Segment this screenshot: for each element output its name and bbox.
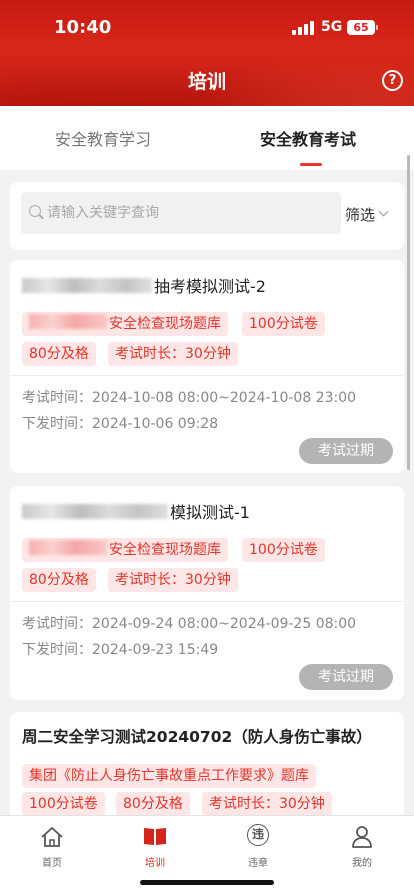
home-icon xyxy=(41,827,63,847)
tag-duration: 考试时长：30分钟 xyxy=(108,568,238,592)
search-box xyxy=(21,192,341,234)
status-time: 10:40 xyxy=(54,17,112,38)
tag-score: 100分试卷 xyxy=(22,792,105,815)
user-icon xyxy=(352,826,372,848)
tab-bar: 安全教育学习 安全教育考试 xyxy=(0,106,414,170)
tag-duration: 考试时长：30分钟 xyxy=(202,792,332,815)
tag-duration: 考试时长：30分钟 xyxy=(108,342,238,366)
search-input[interactable] xyxy=(47,192,337,234)
issue-time: 下发时间：2024-09-23 15:49 xyxy=(22,642,219,658)
tag-question-bank: 安全检查现场题库 xyxy=(22,312,228,336)
divider xyxy=(10,601,404,602)
exam-list: 筛选 抽考模拟测试-2 安全检查现场题库 100分试卷 80分及格 考试时长：3… xyxy=(0,170,414,815)
book-icon xyxy=(144,828,166,845)
battery-tip xyxy=(376,25,378,30)
redacted-text xyxy=(29,540,107,555)
tag-pass-mark: 80分及格 xyxy=(22,568,96,592)
exam-title: 模拟测试-1 xyxy=(22,499,250,523)
tag-score: 100分试卷 xyxy=(242,538,325,562)
tag-pass-mark: 80分及格 xyxy=(22,342,96,366)
exam-expired-button[interactable]: 考试过期 xyxy=(299,438,393,464)
search-icon xyxy=(29,205,41,217)
signal-icon xyxy=(292,21,314,35)
exam-time: 考试时间：2024-09-24 08:00~2024-09-25 08:00 xyxy=(22,616,357,632)
battery-icon: 65 xyxy=(347,20,375,35)
tag-question-bank: 集团《防止人身伤亡事故重点工作要求》题库 xyxy=(22,764,316,788)
divider xyxy=(10,375,404,376)
exam-title: 周二安全学习测试20240702（防人身伤亡事故） xyxy=(22,728,372,746)
nav-label: 培训 xyxy=(145,858,165,869)
exam-card[interactable]: 周二安全学习测试20240702（防人身伤亡事故） 集团《防止人身伤亡事故重点工… xyxy=(10,712,404,815)
home-indicator xyxy=(140,880,274,885)
nav-label: 违章 xyxy=(248,858,268,869)
chevron-down-icon[interactable] xyxy=(378,206,389,217)
nav-label: 首页 xyxy=(42,858,62,869)
violation-icon: 违 xyxy=(247,824,269,846)
tab-safety-study[interactable]: 安全教育学习 xyxy=(55,126,151,150)
network-label: 5G xyxy=(321,19,343,35)
redacted-text xyxy=(29,314,107,329)
active-tab-indicator xyxy=(300,163,322,166)
search-bar: 筛选 xyxy=(10,182,404,250)
exam-time: 考试时间：2024-10-08 08:00~2024-10-08 23:00 xyxy=(22,390,357,406)
tag-score: 100分试卷 xyxy=(242,312,325,336)
question-circle-icon[interactable]: ? xyxy=(382,70,403,91)
tab-safety-exam[interactable]: 安全教育考试 xyxy=(260,126,356,150)
header: 10:40 5G 65 培训 ? xyxy=(0,0,414,106)
issue-time: 下发时间：2024-10-06 09:28 xyxy=(22,416,219,432)
exam-title: 抽考模拟测试-2 xyxy=(22,273,266,297)
tag-question-bank: 安全检查现场题库 xyxy=(22,538,228,562)
filter-button[interactable]: 筛选 xyxy=(345,204,375,225)
redacted-text xyxy=(22,504,168,519)
exam-card[interactable]: 模拟测试-1 安全检查现场题库 100分试卷 80分及格 考试时长：30分钟 考… xyxy=(10,486,404,700)
page-title: 培训 xyxy=(187,71,226,93)
exam-card[interactable]: 抽考模拟测试-2 安全检查现场题库 100分试卷 80分及格 考试时长：30分钟… xyxy=(10,260,404,473)
redacted-text xyxy=(22,278,152,293)
exam-expired-button[interactable]: 考试过期 xyxy=(299,664,393,690)
nav-label: 我的 xyxy=(352,858,372,869)
tag-pass-mark: 80分及格 xyxy=(116,792,190,815)
